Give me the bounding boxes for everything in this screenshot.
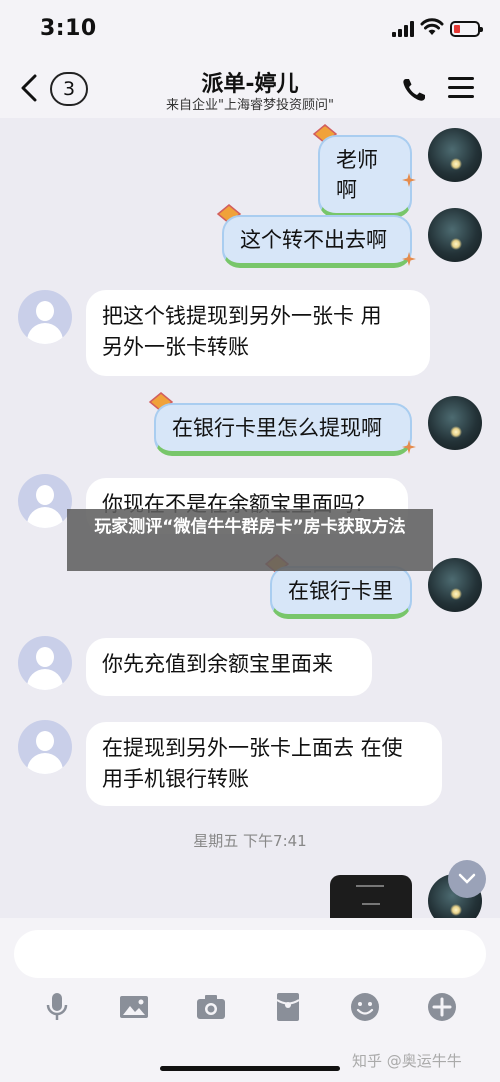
message-text-line: 用手机银行转账	[102, 767, 249, 791]
my-avatar[interactable]	[428, 558, 482, 612]
plus-icon[interactable]	[425, 990, 459, 1024]
message-bubble-incoming[interactable]: 你先充值到余额宝里面来	[86, 638, 372, 696]
scroll-to-bottom-button[interactable]	[448, 860, 486, 898]
message-bubble-outgoing[interactable]: 在银行卡里	[270, 566, 412, 619]
unread-count-badge: 3	[50, 72, 88, 106]
contact-avatar[interactable]	[18, 720, 72, 774]
status-time: 3:10	[40, 16, 97, 41]
my-avatar[interactable]	[428, 128, 482, 182]
chat-header: 3 派单-婷儿 来自企业"上海睿梦投资顾问"	[0, 62, 500, 118]
image-icon[interactable]	[117, 990, 151, 1024]
mic-icon[interactable]	[40, 990, 74, 1024]
menu-icon[interactable]	[448, 77, 474, 99]
chevron-down-icon	[458, 873, 476, 884]
my-avatar[interactable]	[428, 208, 482, 262]
signal-icon	[392, 21, 416, 37]
wifi-icon	[420, 18, 444, 35]
message-text-line: 在提现到另外一张卡上面去 在使	[102, 736, 403, 760]
phone-icon[interactable]	[400, 76, 428, 104]
message-text: 在银行卡里	[288, 579, 393, 603]
chevron-left-icon	[21, 74, 37, 102]
battery-icon	[450, 21, 483, 37]
message-text-line: 把这个钱提现到另外一张卡 用	[102, 304, 382, 328]
message-text: 你先充值到余额宝里面来	[102, 652, 333, 676]
sparkle-icon	[402, 173, 416, 187]
message-bubble-outgoing[interactable]: 在银行卡里怎么提现啊	[154, 403, 412, 456]
home-indicator[interactable]	[160, 1066, 340, 1071]
message-input[interactable]	[14, 930, 486, 978]
contact-avatar[interactable]	[18, 474, 72, 528]
message-bubble-incoming[interactable]: 把这个钱提现到另外一张卡 用 另外一张卡转账	[86, 290, 430, 376]
contact-avatar[interactable]	[18, 636, 72, 690]
chat-subtitle: 来自企业"上海睿梦投资顾问"	[166, 98, 334, 113]
message-bubble-outgoing[interactable]: 老师啊	[318, 135, 412, 218]
time-separator: 星期五 下午7:41	[193, 832, 307, 850]
media-message-card[interactable]	[330, 875, 412, 918]
message-text: 这个转不出去啊	[240, 228, 387, 252]
watermark: 知乎 @奥运牛牛	[352, 1052, 462, 1070]
sparkle-icon	[402, 440, 416, 454]
status-bar: 3:10	[0, 0, 500, 62]
camera-icon[interactable]	[194, 990, 228, 1024]
overlay-banner: 玩家测评“微信牛牛群房卡”房卡获取方法	[67, 509, 433, 571]
back-button[interactable]: 3	[16, 70, 88, 108]
my-avatar[interactable]	[428, 396, 482, 450]
message-bubble-outgoing[interactable]: 这个转不出去啊	[222, 215, 412, 268]
message-text: 在银行卡里怎么提现啊	[172, 416, 382, 440]
message-bubble-incoming[interactable]: 在提现到另外一张卡上面去 在使 用手机银行转账	[86, 722, 442, 806]
emoji-icon[interactable]	[348, 990, 382, 1024]
red-packet-icon[interactable]	[271, 990, 305, 1024]
message-text-line: 另外一张卡转账	[102, 335, 249, 359]
message-text: 老师啊	[336, 148, 378, 202]
contact-avatar[interactable]	[18, 290, 72, 344]
sparkle-icon	[402, 252, 416, 266]
